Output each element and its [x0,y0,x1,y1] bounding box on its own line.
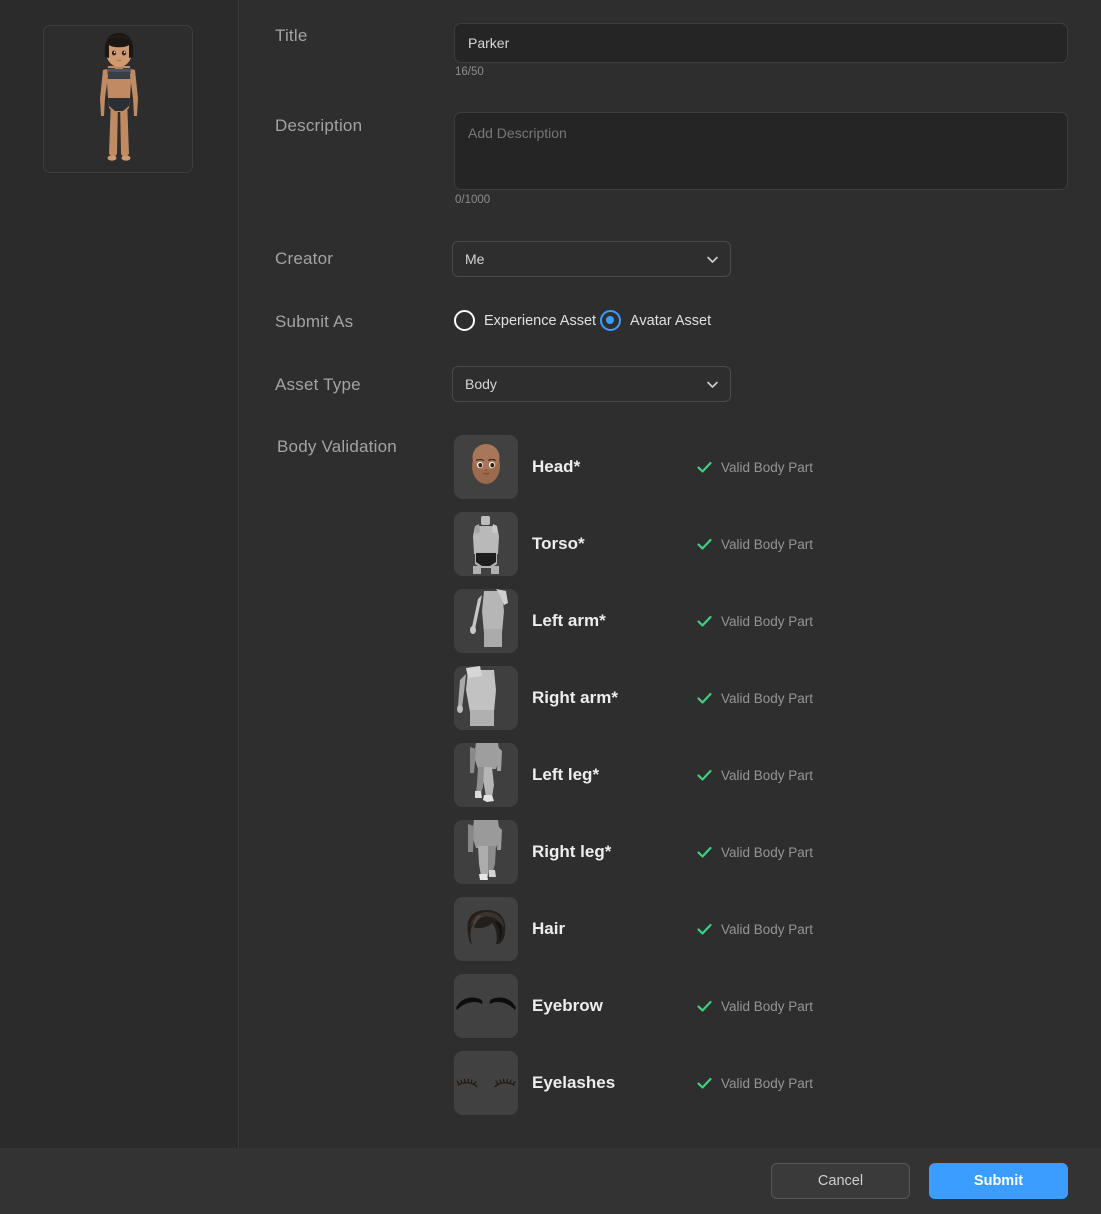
check-icon [697,691,712,706]
check-icon [697,460,712,475]
body-part-status-text: Valid Body Part [721,1075,814,1091]
body-validation-row: Torso* Valid Body Part [454,512,813,576]
body-part-name: Right leg* [532,842,612,861]
description-label: Description [275,116,363,135]
head-thumbnail-icon [454,435,518,499]
check-icon [697,999,712,1014]
body-validation-row: Right arm* Valid Body Part [454,666,813,730]
creator-label: Creator [275,249,334,268]
body-part-status-text: Valid Body Part [721,921,814,937]
body-part-status-text: Valid Body Part [721,459,814,475]
body-part-status: Valid Body Part [697,614,813,629]
body-part-status-text: Valid Body Part [721,844,814,860]
body-part-status-text: Valid Body Part [721,690,814,706]
body-part-name: Head* [532,457,581,476]
body-part-status: Valid Body Part [697,768,813,783]
body-validation-row: Head* Valid Body Part [454,435,813,499]
body-validation-label: Body Validation [277,437,397,456]
body-part-status: Valid Body Part [697,537,813,552]
body-part-status-text: Valid Body Part [721,767,814,783]
chevron-down-icon [706,253,719,266]
body-validation-list: Head* Valid Body Part Torso* Valid Body … [454,435,813,1128]
check-icon [697,614,712,629]
right-leg-thumbnail-icon [454,820,518,884]
submit-as-label: Submit As [275,312,354,331]
asset-type-label: Asset Type [275,375,361,394]
body-part-name: Hair [532,919,566,938]
body-part-name: Eyelashes [532,1073,616,1092]
avatar-preview-image [44,26,192,172]
asset-type-select-value: Body [465,376,497,392]
body-part-status: Valid Body Part [697,691,813,706]
body-part-name: Left arm* [532,611,606,630]
description-input[interactable] [454,112,1068,190]
title-input[interactable] [454,23,1068,63]
body-part-status-text: Valid Body Part [721,536,814,552]
body-part-status: Valid Body Part [697,922,813,937]
submit-as-radio-group: Experience Asset Avatar Asset [454,310,934,334]
radio-experience-asset-label: Experience Asset [484,312,597,329]
radio-experience-asset[interactable]: Experience Asset [454,310,596,331]
creator-select[interactable]: Me [452,241,731,277]
eyelashes-thumbnail-icon [454,1051,518,1115]
body-part-name: Right arm* [532,688,618,707]
radio-avatar-asset-label: Avatar Asset [630,312,712,329]
body-part-status: Valid Body Part [697,1076,813,1091]
torso-thumbnail-icon [454,512,518,576]
title-label: Title [275,26,308,45]
avatar-preview-box[interactable] [43,25,193,173]
body-part-name: Left leg* [532,765,600,784]
title-counter: 16/50 [455,66,484,78]
form-column: Title 16/50 Description 0/1000 Creator M… [240,0,1101,1148]
chevron-down-icon [706,378,719,391]
radio-avatar-asset[interactable]: Avatar Asset [600,310,711,331]
body-validation-row: Left arm* Valid Body Part [454,589,813,653]
body-part-status-text: Valid Body Part [721,613,814,629]
radio-circle-icon [454,310,475,331]
body-part-status: Valid Body Part [697,999,813,1014]
creator-select-value: Me [465,251,485,267]
body-validation-row: Left leg* Valid Body Part [454,743,813,807]
body-part-name: Eyebrow [532,996,603,1015]
body-validation-row: Hair Valid Body Part [454,897,813,961]
submit-button[interactable]: Submit [929,1163,1068,1199]
cancel-button[interactable]: Cancel [771,1163,910,1199]
left-arm-thumbnail-icon [454,589,518,653]
body-part-status: Valid Body Part [697,460,813,475]
footer-action-bar: Cancel Submit [0,1148,1101,1214]
body-part-status: Valid Body Part [697,845,813,860]
check-icon [697,768,712,783]
body-part-name: Torso* [532,534,585,553]
check-icon [697,922,712,937]
body-validation-row: Right leg* Valid Body Part [454,820,813,884]
asset-upload-dialog: Title 16/50 Description 0/1000 Creator M… [0,0,1101,1214]
radio-circle-selected-icon [600,310,621,331]
body-validation-row: Eyebrow Valid Body Part [454,974,813,1038]
hair-thumbnail-icon [454,897,518,961]
check-icon [697,537,712,552]
right-arm-thumbnail-icon [454,666,518,730]
left-leg-thumbnail-icon [454,743,518,807]
preview-column [0,0,239,1148]
asset-type-select[interactable]: Body [452,366,731,402]
body-part-status-text: Valid Body Part [721,998,814,1014]
description-counter: 0/1000 [455,194,491,206]
check-icon [697,1076,712,1091]
eyebrow-thumbnail-icon [454,974,518,1038]
body-validation-row: Eyelashes Valid Body Part [454,1051,813,1115]
check-icon [697,845,712,860]
